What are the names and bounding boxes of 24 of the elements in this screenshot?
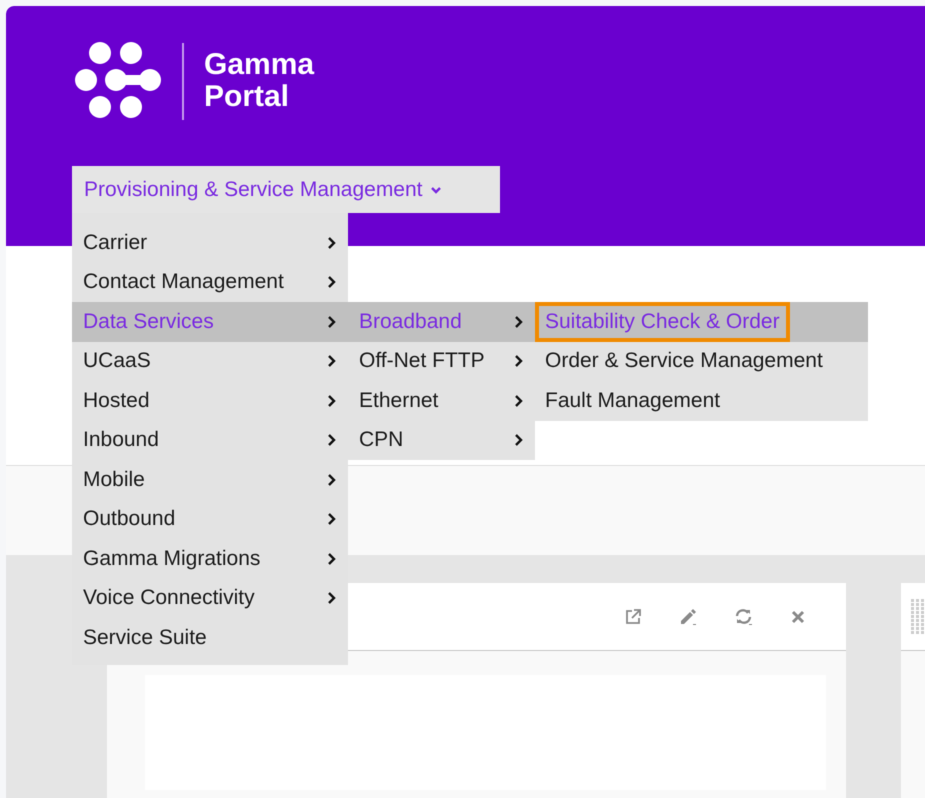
- menu-item[interactable]: Fault Management: [545, 384, 720, 417]
- refresh-icon[interactable]: [734, 606, 754, 626]
- external-link-icon[interactable]: [624, 608, 642, 626]
- menu-item[interactable]: Outbound: [83, 503, 176, 536]
- menu-item[interactable]: Service Suite: [83, 622, 207, 654]
- menu-item[interactable]: Voice Connectivity: [83, 582, 255, 614]
- menu-item[interactable]: Ethernet: [359, 384, 438, 417]
- brand-name: Portal: [204, 81, 290, 113]
- menu-item[interactable]: Inbound: [83, 424, 159, 456]
- menu-item[interactable]: Carrier: [83, 226, 148, 259]
- menu-item[interactable]: Order & Service Management: [545, 345, 823, 378]
- logo-icon: [74, 41, 164, 121]
- nav-menu-button[interactable]: Provisioning & Service Management: [72, 166, 500, 213]
- brand-name: Gamma: [204, 49, 314, 81]
- menu-item[interactable]: Gamma Migrations: [83, 542, 260, 575]
- menu-item[interactable]: Hosted: [83, 384, 150, 417]
- drag-handle-icon[interactable]: [911, 598, 925, 634]
- close-icon[interactable]: [790, 608, 806, 624]
- menu-item[interactable]: CPN: [359, 424, 404, 456]
- pencil-icon[interactable]: [678, 606, 698, 626]
- menu-item[interactable]: Contact Management: [83, 266, 284, 298]
- menu-item[interactable]: UCaaS: [83, 345, 151, 378]
- menu-item[interactable]: Mobile: [83, 464, 145, 496]
- menu-item[interactable]: Off-Net FTTP: [359, 345, 485, 378]
